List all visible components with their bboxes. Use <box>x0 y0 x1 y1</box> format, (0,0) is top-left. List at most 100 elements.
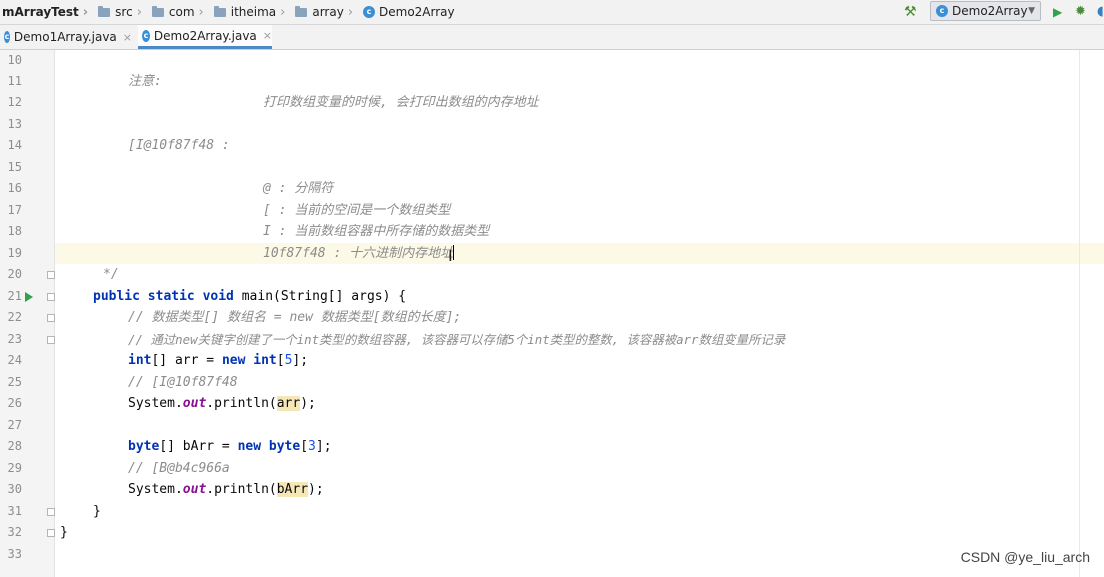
comment-text: // [B@b4c966a <box>128 461 230 476</box>
chevron-right-icon: › <box>198 4 204 20</box>
code-text: [] arr = <box>151 353 222 368</box>
run-main-icon[interactable] <box>25 292 33 302</box>
code-editor[interactable]: 注意: 打印数组变量的时候, 会打印出数组的内存地址 [I@10f87f48 :… <box>55 50 1104 577</box>
line-number: 30 <box>7 482 22 496</box>
comment-text: @ : 分隔符 <box>263 181 334 196</box>
code-line: @ : 分隔符 <box>55 178 1104 199</box>
comment-text: */ <box>103 267 119 282</box>
line-number: 21 <box>7 289 22 303</box>
chevron-right-icon: › <box>82 4 89 20</box>
variable-usage: bArr <box>276 482 309 497</box>
keyword: byte <box>128 439 160 454</box>
fold-marker-icon[interactable] <box>47 293 55 301</box>
run-icon[interactable]: ▶ <box>1053 3 1062 21</box>
run-configuration-label: Demo2Array <box>952 4 1028 18</box>
fold-marker-icon[interactable] <box>47 508 55 516</box>
tab-label: Demo2Array.java <box>153 28 257 43</box>
line-number: 23 <box>7 332 22 346</box>
code-line: int[] arr = new int[5]; <box>55 350 1104 371</box>
number-literal: 3 <box>308 439 316 454</box>
code-line: // [I@10f87f48 <box>55 372 1104 393</box>
tab-demo1array[interactable]: c Demo1Array.java × <box>4 25 132 49</box>
breadcrumb-project[interactable]: mArrayTest › <box>0 0 96 24</box>
coverage-icon[interactable]: ◖ <box>1097 3 1104 21</box>
line-number: 31 <box>7 504 22 518</box>
line-number: 14 <box>7 138 22 152</box>
breadcrumb-com-label: com <box>168 5 195 19</box>
breadcrumb-itheima[interactable]: itheima › <box>212 0 294 24</box>
code-text: [] bArr = <box>159 439 238 454</box>
java-class-icon: c <box>363 6 376 18</box>
keyword: public static void <box>93 289 234 304</box>
build-hammer-icon[interactable]: ⚒ <box>904 3 917 21</box>
navigation-bar: mArrayTest › src › com › itheima › array › cD… <box>0 0 1104 25</box>
static-field: out <box>182 482 207 497</box>
keyword: new byte <box>237 439 301 454</box>
breadcrumb-class-label: Demo2Array <box>379 5 455 19</box>
code-text: .println( <box>206 396 277 411</box>
folder-icon <box>98 5 111 17</box>
breadcrumb-src-label: src <box>115 5 133 19</box>
fold-marker-icon[interactable] <box>47 271 55 279</box>
text-caret <box>453 245 455 260</box>
line-number: 25 <box>7 375 22 389</box>
package-icon <box>213 5 226 17</box>
tab-demo2array[interactable]: c Demo2Array.java × <box>138 25 272 49</box>
code-line: System.out.println(arr); <box>55 393 1104 414</box>
right-margin-guide <box>1079 50 1080 577</box>
breadcrumb-array-label: array <box>312 5 344 19</box>
breadcrumb-array[interactable]: array › <box>293 0 361 24</box>
code-line: // 通过new关键字创建了一个int类型的数组容器, 该容器可以存储5个int… <box>55 329 1104 350</box>
code-line: [ : 当前的空间是一个数组类型 <box>55 200 1104 221</box>
breadcrumb-com[interactable]: com › <box>150 0 212 24</box>
code-text: main(String[] args) { <box>233 289 407 304</box>
run-configuration-select[interactable]: c Demo2Array ▼ <box>930 1 1041 21</box>
close-icon[interactable]: × <box>263 29 272 42</box>
line-number: 26 <box>7 396 22 410</box>
java-class-icon: c <box>142 29 150 42</box>
line-number: 20 <box>7 267 22 281</box>
code-text: System. <box>128 396 183 411</box>
line-number: 12 <box>7 95 22 109</box>
close-icon[interactable]: × <box>123 31 132 44</box>
comment-text: // 数据类型[] 数组名 = new 数据类型[数组的长度]; <box>128 310 462 325</box>
debug-icon[interactable]: ✹ <box>1075 3 1086 21</box>
editor-gutter[interactable]: 10 11 12 13 14 15 16 17 18 19 20 21 22 2… <box>0 50 55 577</box>
keyword: int <box>128 353 152 368</box>
code-text: ]; <box>315 439 332 454</box>
comment-text: // 通过new关键字创建了一个int类型的数组容器, 该容器可以存储5个int… <box>128 332 786 347</box>
code-line: 注意: <box>55 71 1104 92</box>
line-number: 10 <box>7 53 22 67</box>
code-line: } <box>55 501 1104 522</box>
package-icon <box>151 5 164 17</box>
chevron-right-icon: › <box>280 4 286 20</box>
line-number: 29 <box>7 461 22 475</box>
fold-marker-icon[interactable] <box>47 529 55 537</box>
line-number: 17 <box>7 203 22 217</box>
line-number: 16 <box>7 181 22 195</box>
breadcrumb-itheima-label: itheima <box>230 5 277 19</box>
code-text: System. <box>128 482 183 497</box>
line-number: 11 <box>7 74 22 88</box>
mouse-ibeam-cursor-icon: I <box>448 246 453 265</box>
breadcrumb-project-label: mArrayTest <box>2 5 79 19</box>
breadcrumb-class[interactable]: c Demo2Array <box>361 0 457 24</box>
static-field: out <box>182 396 207 411</box>
code-line: byte[] bArr = new byte[3]; <box>55 436 1104 457</box>
code-text: ]; <box>292 353 309 368</box>
line-number: 18 <box>7 224 22 238</box>
comment-text: 注意: <box>128 74 162 89</box>
breadcrumb-src[interactable]: src › <box>96 0 150 24</box>
code-text: ); <box>300 396 316 411</box>
line-number: 28 <box>7 439 22 453</box>
comment-text: [ : 当前的空间是一个数组类型 <box>263 203 451 218</box>
fold-marker-icon[interactable] <box>47 336 55 344</box>
code-line: // [B@b4c966a <box>55 458 1104 479</box>
fold-marker-icon[interactable] <box>47 314 55 322</box>
java-class-icon: c <box>936 5 948 17</box>
line-number: 24 <box>7 353 22 367</box>
watermark: CSDN @ye_liu_arch <box>960 549 1090 565</box>
variable-usage: arr <box>276 396 301 411</box>
java-class-icon: c <box>4 31 10 43</box>
comment-text: 10f87f48 : 十六进制内存 <box>263 246 428 261</box>
